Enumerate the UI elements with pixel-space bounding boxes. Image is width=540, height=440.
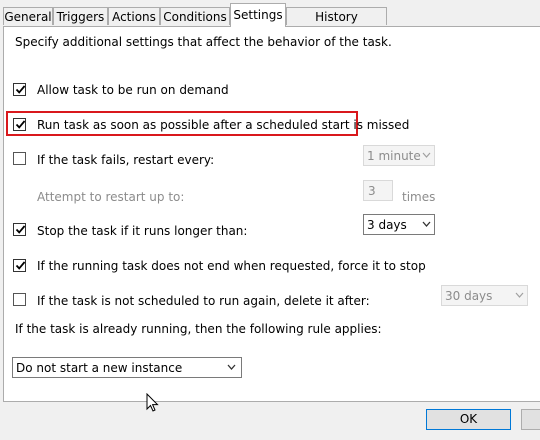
- restart-interval-value: 1 minute: [367, 149, 421, 163]
- check-icon: [15, 225, 26, 234]
- stop-if-longer-label: Stop the task if it runs longer than:: [37, 224, 248, 238]
- restart-on-fail-label: If the task fails, restart every:: [37, 153, 215, 167]
- cancel-button[interactable]: [521, 409, 540, 430]
- tab-conditions[interactable]: Conditions: [160, 7, 230, 25]
- restart-attempts-value: 3: [368, 184, 376, 198]
- restart-on-fail-checkbox[interactable]: [13, 152, 26, 165]
- restart-attempts-unit: times: [402, 190, 436, 204]
- restart-attempts-input[interactable]: 3: [363, 180, 393, 201]
- stop-duration-value: 3 days: [367, 218, 407, 232]
- allow-on-demand-label: Allow task to be run on demand: [37, 83, 229, 97]
- tab-triggers[interactable]: Triggers: [53, 7, 108, 25]
- chevron-down-icon: [422, 221, 431, 227]
- allow-on-demand-checkbox[interactable]: [13, 83, 26, 96]
- restart-interval-select[interactable]: 1 minute: [363, 145, 435, 166]
- chevron-down-icon: [515, 292, 524, 298]
- check-icon: [15, 85, 26, 94]
- chevron-down-icon: [227, 364, 236, 370]
- force-stop-checkbox[interactable]: [13, 259, 26, 272]
- chevron-down-icon: [422, 152, 431, 158]
- run-asap-label: Run task as soon as possible after a sch…: [37, 118, 410, 132]
- rule-select[interactable]: Do not start a new instance: [12, 357, 242, 378]
- stop-if-longer-checkbox[interactable]: [13, 223, 26, 236]
- tab-actions[interactable]: Actions: [108, 7, 160, 25]
- check-icon: [15, 261, 26, 270]
- restart-attempts-label: Attempt to restart up to:: [37, 190, 185, 204]
- delete-duration-value: 30 days: [445, 289, 493, 303]
- force-stop-label: If the running task does not end when re…: [37, 259, 426, 273]
- description-text: Specify additional settings that affect …: [15, 35, 392, 49]
- tab-settings[interactable]: Settings: [230, 3, 286, 27]
- stop-duration-select[interactable]: 3 days: [363, 214, 435, 235]
- dialog-footer: OK: [0, 402, 540, 440]
- run-asap-checkbox[interactable]: [13, 118, 26, 131]
- tab-general[interactable]: General: [3, 7, 53, 25]
- mouse-cursor-icon: [146, 393, 159, 412]
- check-icon: [15, 120, 26, 129]
- rule-label: If the task is already running, then the…: [15, 322, 382, 336]
- tab-strip: General Triggers Actions Conditions Sett…: [0, 0, 540, 42]
- delete-after-checkbox[interactable]: [13, 293, 26, 306]
- ok-button[interactable]: OK: [426, 409, 511, 430]
- rule-value: Do not start a new instance: [16, 361, 183, 375]
- delete-duration-select[interactable]: 30 days: [441, 285, 528, 306]
- tab-history[interactable]: History (disabled): [286, 7, 387, 42]
- delete-after-label: If the task is not scheduled to run agai…: [37, 294, 370, 308]
